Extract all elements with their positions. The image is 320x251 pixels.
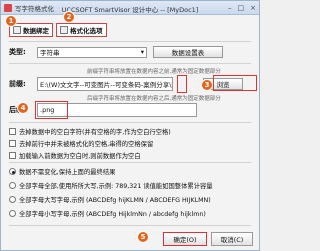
format-options-icon bbox=[60, 26, 68, 34]
type-row: 类型: 字符串 ▾ 数据设置表 bbox=[9, 46, 223, 58]
type-value: 字符串 bbox=[40, 49, 60, 57]
option-label: 加载输入前数据为空白时,则前数据作为空白 bbox=[19, 153, 141, 160]
radio-button[interactable] bbox=[9, 210, 16, 217]
chevron-down-icon: ▾ bbox=[140, 48, 144, 56]
tab-data-binding[interactable]: 数据绑定 bbox=[9, 23, 53, 37]
type-label: 类型: bbox=[9, 48, 26, 56]
radio-uppercase[interactable]: 全部字母大写字母,示例 (ABCDEfg hijKLMN / ABCDEFG H… bbox=[9, 195, 211, 204]
radio-button[interactable] bbox=[9, 168, 16, 175]
tab-format-options[interactable]: 格式化选项 bbox=[56, 23, 107, 37]
radio-label: 数据不需变化,保持上面的最终结果 bbox=[19, 169, 116, 176]
window-title: UCCSOFT SmartVisor 设计中心 -- [MyDoc1] bbox=[61, 6, 199, 14]
separator bbox=[9, 122, 251, 123]
radio-lowercase[interactable]: 全部字母小写字母,示例 (ABCDEfg HijklmNn / abcdefg … bbox=[9, 209, 206, 218]
data-binding-icon bbox=[13, 26, 21, 34]
radio-label: 全部字母小写字母,示例 (ABCDEfg HijklmNn / abcdefg … bbox=[19, 211, 206, 218]
dialog-window: 写字符格式化 UCCSOFT SmartVisor 设计中心 -- [MyDoc… bbox=[0, 0, 260, 251]
suffix-hint: 后缀字符串将放置在数据内容之后,通常为固定数据部分 bbox=[87, 96, 221, 102]
highlight-box bbox=[177, 75, 187, 93]
separator bbox=[9, 162, 251, 163]
step-marker-1: 1 bbox=[5, 15, 17, 27]
data-settings-button[interactable]: 数据设置表 bbox=[153, 46, 223, 58]
tab-label: 数据绑定 bbox=[23, 27, 49, 35]
checkbox[interactable] bbox=[9, 128, 16, 135]
separator bbox=[9, 225, 251, 226]
prefix-label: 前缀: bbox=[9, 80, 26, 88]
data-settings-button-label: 数据设置表 bbox=[171, 49, 205, 57]
title-bar: 写字符格式化 UCCSOFT SmartVisor 设计中心 -- [MyDoc… bbox=[1, 1, 259, 15]
step-marker-5: 5 bbox=[137, 231, 149, 243]
prefix-hint: 前缀字符串将放置在数据内容之前,通常为固定数据部分 bbox=[87, 69, 221, 75]
option-strip-unformatted[interactable]: 去掉前行中并未被格式化的空格,串得的空格保留 bbox=[9, 139, 153, 148]
step-marker-2: 2 bbox=[63, 11, 75, 23]
radio-no-change[interactable]: 数据不需变化,保持上面的最终结果 bbox=[9, 167, 115, 176]
checkbox[interactable] bbox=[9, 152, 16, 159]
ok-button-label: 确定(O) bbox=[173, 236, 197, 244]
ok-button[interactable]: 确定(O) bbox=[163, 232, 207, 246]
separator bbox=[9, 63, 251, 64]
cancel-button[interactable]: 取消(C) bbox=[211, 232, 253, 246]
tab-strip: 数据绑定 格式化选项 bbox=[9, 23, 107, 37]
radio-label: 全部字母大写字母,示例 (ABCDEfg hijKLMN / ABCDEFG H… bbox=[19, 197, 211, 204]
option-label: 去掉前行中并未被格式化的空格,串得的空格保留 bbox=[19, 141, 154, 148]
option-trim-whitespace[interactable]: 去掉数据中的空白字符(并有空格的字,作为空白行空格) bbox=[9, 127, 171, 136]
highlight-box bbox=[35, 101, 68, 119]
separator bbox=[9, 41, 251, 42]
radio-label: 全部字母全部,使用所所大写,示例: 789,321 读值能如国整体累计容量 bbox=[19, 183, 213, 190]
tab-label: 格式化选项 bbox=[70, 27, 103, 35]
option-label: 去掉数据中的空白字符(并有空格的字,作为空白行空格) bbox=[19, 129, 171, 136]
step-marker-4: 4 bbox=[17, 102, 29, 114]
radio-button[interactable] bbox=[9, 196, 16, 203]
highlight-box bbox=[213, 75, 257, 91]
cancel-button-label: 取消(C) bbox=[220, 236, 244, 244]
step-marker-3: 3 bbox=[201, 79, 213, 91]
radio-digits-uppercase[interactable]: 全部字母全部,使用所所大写,示例: 789,321 读值能如国整体累计容量 bbox=[9, 181, 213, 190]
prefix-input[interactable]: E:\(W)文文字--可变图片--可变条码-案例分享\图片\ bbox=[37, 77, 173, 91]
radio-button[interactable] bbox=[9, 182, 16, 189]
option-empty-data[interactable]: 加载输入前数据为空白时,则前数据作为空白 bbox=[9, 151, 141, 160]
type-select[interactable]: 字符串 ▾ bbox=[37, 46, 147, 58]
checkbox[interactable] bbox=[9, 140, 16, 147]
